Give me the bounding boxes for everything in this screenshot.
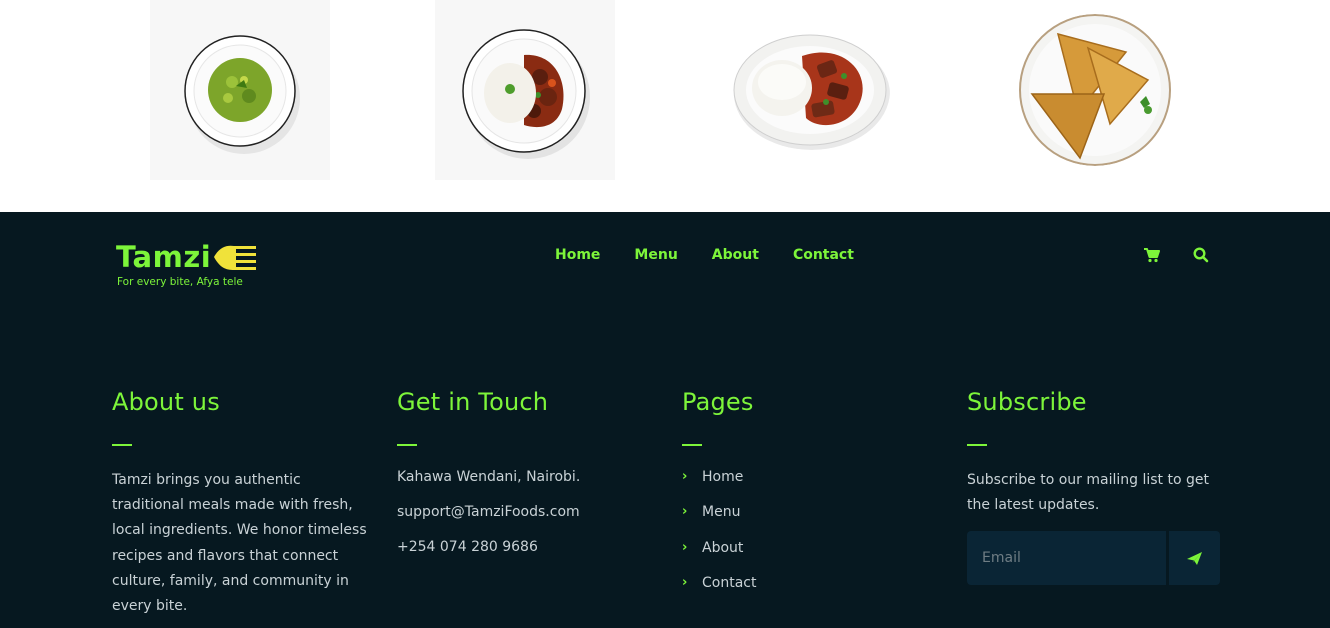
contact-email[interactable]: support@TamziFoods.com (397, 503, 657, 538)
fork-icon (214, 245, 256, 270)
ugali-and-beef-stew-dish (733, 34, 890, 150)
chevron-right-icon: › (682, 469, 688, 484)
about-heading: About us (112, 388, 220, 416)
pages-list: › Home › Menu › About › Contact (682, 468, 942, 609)
subscribe-heading: Subscribe (967, 388, 1087, 416)
chevron-right-icon: › (682, 574, 688, 590)
contact-column: Get in Touch Kahawa Wendani, Nairobi. su… (397, 388, 657, 573)
paper-plane-icon (1187, 551, 1202, 565)
heading-underline (967, 444, 987, 446)
pages-list-item: › Contact (682, 574, 942, 609)
nav-link-menu[interactable]: Menu (634, 247, 677, 263)
site-footer: Tamzi For every bite, Afya tele Home Men… (0, 212, 1330, 628)
contact-heading: Get in Touch (397, 388, 549, 416)
subscribe-submit-button[interactable] (1169, 531, 1220, 585)
about-description: Tamzi brings you authentic traditional m… (112, 472, 367, 615)
subscribe-form (967, 531, 1220, 585)
chevron-right-icon: › (682, 504, 688, 520)
chevron-right-icon: › (682, 539, 688, 555)
subscribe-description: Subscribe to our mailing list to get the… (967, 472, 1209, 514)
pages-link-contact[interactable]: Contact (702, 574, 756, 592)
contact-address: Kahawa Wendani, Nairobi. (397, 469, 581, 485)
pages-link-home[interactable]: Home (702, 468, 743, 486)
pages-column: Pages › Home › Menu › About › Contact (682, 388, 942, 609)
contact-phone[interactable]: +254 074 280 9686 (397, 538, 657, 573)
email-input[interactable] (967, 531, 1166, 585)
nav-link-contact[interactable]: Contact (793, 247, 854, 263)
pages-list-item: › Menu (682, 503, 942, 538)
food-image-strip (0, 0, 1330, 212)
nav-link-home[interactable]: Home (555, 247, 600, 263)
logo-tagline: For every bite, Afya tele (117, 276, 243, 288)
heading-underline (682, 444, 702, 446)
nav-link-about[interactable]: About (712, 247, 759, 263)
pages-link-about[interactable]: About (702, 539, 743, 557)
pages-link-menu[interactable]: Menu (702, 503, 740, 521)
brand-logo[interactable]: Tamzi For every bite, Afya tele (116, 240, 266, 290)
pages-list-item: › About (682, 539, 942, 574)
pages-list-item: › Home (682, 468, 942, 503)
rice-and-beef-stew-dish (462, 29, 590, 159)
subscribe-column: Subscribe Subscribe to our mailing list … (967, 388, 1227, 518)
pages-heading: Pages (682, 388, 754, 416)
heading-underline (112, 444, 132, 446)
logo-wordmark: Tamzi (116, 240, 212, 274)
samosa-plate-dish (1019, 14, 1171, 166)
green-vegetable-mash-dish (184, 35, 300, 154)
shopping-cart-icon[interactable] (1143, 246, 1161, 264)
heading-underline (397, 444, 417, 446)
search-icon[interactable] (1192, 246, 1210, 264)
about-column: About us Tamzi brings you authentic trad… (112, 388, 372, 619)
footer-top-nav: Home Menu About Contact (555, 247, 854, 263)
